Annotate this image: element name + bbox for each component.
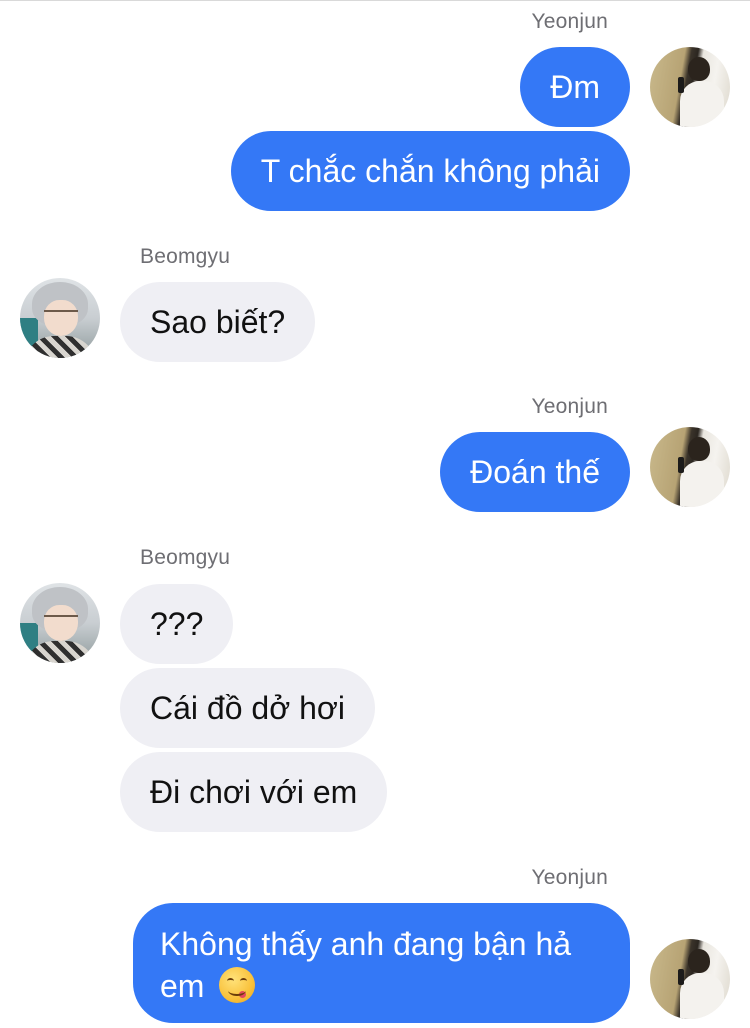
sender-name-yeonjun: Yeonjun xyxy=(531,10,608,33)
message-text: Đi chơi với em xyxy=(150,774,358,810)
beomgyu-avatar[interactable] xyxy=(20,278,100,358)
message-text: T chắc chắn không phải xyxy=(260,153,600,189)
phone-icon xyxy=(678,77,684,93)
message-bubble[interactable]: T chắc chắn không phải xyxy=(230,131,630,211)
message-text: Đm xyxy=(550,69,600,105)
yum-face-icon xyxy=(219,967,256,1003)
phone-icon xyxy=(678,457,684,473)
sender-name-yeonjun: Yeonjun xyxy=(531,395,608,418)
message-bubble[interactable]: Cái đồ dở hơi xyxy=(120,668,375,748)
chat-screen: Yeonjun Đm T chắc chắn không phải Beomgy… xyxy=(0,0,750,1028)
message-text: Không thấy anh đang bận hả em xyxy=(160,923,600,1007)
message-text: Đoán thế xyxy=(470,454,600,490)
glasses-icon xyxy=(44,615,78,625)
message-bubble[interactable]: ??? xyxy=(120,584,234,664)
message-text: Sao biết? xyxy=(150,304,286,340)
beomgyu-avatar[interactable] xyxy=(20,583,100,663)
glasses-icon xyxy=(44,310,78,320)
message-text: ??? xyxy=(150,606,204,642)
sender-name-beomgyu: Beomgyu xyxy=(140,245,231,268)
yeonjun-avatar[interactable] xyxy=(650,47,730,127)
message-bubble[interactable]: Đoán thế xyxy=(440,432,630,512)
sender-name-yeonjun: Yeonjun xyxy=(531,866,608,889)
message-bubble[interactable]: Không thấy anh đang bận hả em xyxy=(133,903,630,1023)
yeonjun-avatar[interactable] xyxy=(650,427,730,507)
phone-icon xyxy=(678,969,684,985)
avatar-head xyxy=(688,57,710,81)
yeonjun-avatar[interactable] xyxy=(650,939,730,1019)
message-text: Cái đồ dở hơi xyxy=(150,690,345,726)
sender-name-beomgyu: Beomgyu xyxy=(140,546,231,569)
avatar-body xyxy=(680,81,724,127)
message-bubble[interactable]: Đi chơi với em xyxy=(120,752,388,832)
message-bubble[interactable]: Sao biết? xyxy=(120,282,316,362)
message-bubble[interactable]: Đm xyxy=(520,47,630,127)
